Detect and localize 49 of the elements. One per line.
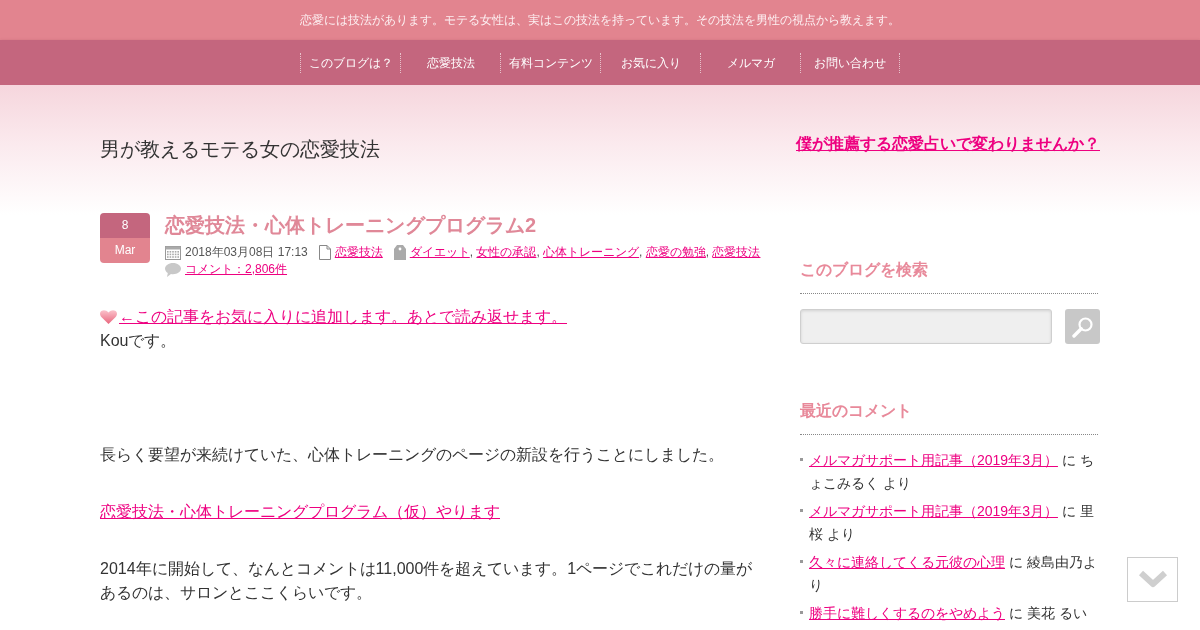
nav-link[interactable]: 有料コンテンツ [500, 52, 600, 73]
recent-comment: 勝手に難しくするのをやめよう に 美花 るい [809, 604, 1088, 623]
comments-link[interactable]: コメント：2,806件 [185, 261, 288, 278]
tag-link[interactable]: 心体トレーニング [543, 245, 640, 259]
recent-comment: メルマガサポート用記事（2019年3月） に ちょこみるく より [809, 451, 1095, 493]
article-link[interactable]: 恋愛技法・心体トレーニングプログラム（仮）やります [100, 503, 500, 520]
document-icon [318, 245, 331, 260]
nav-link[interactable]: このブログは？ [300, 52, 400, 73]
post-date: 2018年03月08日 17:13 [185, 244, 308, 261]
date-month: Mar [100, 238, 150, 263]
category-link[interactable]: 恋愛技法 [334, 244, 383, 261]
nav-link[interactable]: メルマガ [700, 52, 800, 73]
recent-comment: メルマガサポート用記事（2019年3月） に 里桜 より [809, 502, 1095, 544]
nav-link[interactable]: お気に入り [600, 52, 700, 73]
nav-link[interactable]: お問い合わせ [800, 52, 900, 73]
search-button[interactable] [1065, 309, 1100, 344]
comment-post-link[interactable]: 勝手に難しくするのをやめよう [809, 605, 1005, 621]
nav-link[interactable]: 恋愛技法 [400, 52, 500, 73]
body-text: 2014年に開始して、なんとコメントは11,000件を超えています。1ページでこれだけの量があるのは、サロンとここくらいです。 [100, 559, 754, 603]
site-title: 男が教えるモテる女の恋愛技法 [100, 137, 380, 162]
comment-post-link[interactable]: メルマガサポート用記事（2019年3月） [809, 452, 1058, 468]
bullet-icon [800, 611, 803, 614]
post-title: 恋愛技法・心体トレーニングプログラム2 [165, 213, 538, 238]
search-icon [1071, 315, 1094, 338]
tag-icon [393, 245, 406, 260]
scroll-down-button[interactable] [1127, 557, 1178, 602]
tag-list: ダイエット, 女性の承認, 心体トレーニング, 恋愛の勉強, 恋愛技法 [409, 244, 761, 261]
chevron-down-icon [1137, 570, 1168, 589]
bullet-icon [800, 509, 803, 512]
widget-title: 最近のコメント [800, 399, 1098, 435]
body-text: 長らく要望が来続けていた、心体トレーニングのページの新設を行うことにしました。 [100, 445, 725, 465]
comment-post-link[interactable]: 久々に連絡してくる元彼の心理 [809, 554, 1005, 570]
search-field[interactable] [800, 309, 1052, 344]
promo-link[interactable]: 僕が推薦する恋愛占いで変わりませんか？ [796, 134, 1100, 154]
speech-bubble-icon [165, 262, 181, 277]
widget-title: このブログを検索 [800, 258, 1098, 294]
heart-icon [100, 310, 117, 324]
recent-comment: 久々に連絡してくる元彼の心理 に 綾島由乃より [809, 553, 1098, 595]
tag-link[interactable]: 恋愛の勉強 [645, 245, 706, 259]
favorite-link[interactable]: ←この記事をお気に入りに追加します。あとで読み返せます。 [119, 305, 567, 329]
site-tagline: 恋愛には技法があります。モテる女性は、実はこの技法を持っています。その技法を男性の視点から教えます。 [300, 12, 900, 28]
tag-link[interactable]: 恋愛技法 [712, 245, 761, 259]
calendar-icon [165, 245, 181, 260]
bullet-icon [800, 458, 803, 461]
bullet-icon [800, 560, 803, 563]
body-text: Kouです。 [100, 331, 178, 351]
tag-link[interactable]: ダイエット [409, 245, 470, 259]
comment-post-link[interactable]: メルマガサポート用記事（2019年3月） [809, 503, 1058, 519]
date-day: 8 [100, 213, 150, 238]
